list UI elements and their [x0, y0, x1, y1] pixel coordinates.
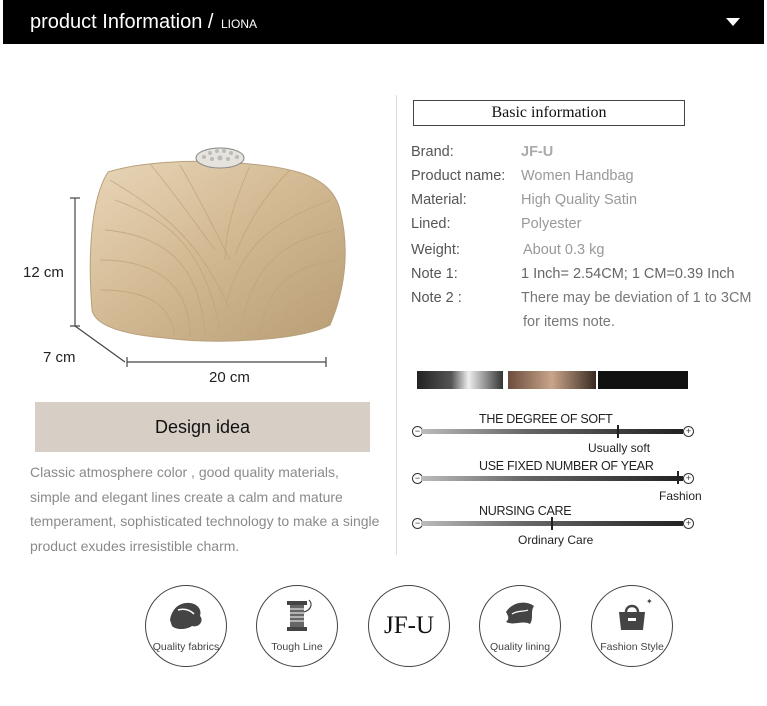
- height-label: 12 cm: [23, 264, 64, 281]
- info-value-lined: Polyester: [521, 216, 582, 232]
- photo-strip: [417, 371, 688, 389]
- info-value-note2-cont: for items note.: [523, 314, 615, 330]
- plus-icon: +: [683, 473, 694, 484]
- info-value-brand: JF-U: [521, 144, 554, 160]
- header-title: product Information /: [30, 11, 214, 33]
- feature-label: Tough Line: [271, 641, 323, 653]
- fabric-icon: [170, 602, 202, 629]
- scale-title-soft: THE DEGREE OF SOFT: [479, 412, 613, 426]
- lining-icon: [506, 602, 534, 624]
- info-value-weight: About 0.3 kg: [523, 242, 605, 258]
- info-value-note1: 1 Inch= 2.54CM; 1 CM=0.39 Inch: [521, 266, 735, 282]
- feature-label: Quality lining: [489, 641, 551, 653]
- model-photo-3: [598, 371, 688, 389]
- plus-icon: +: [683, 518, 694, 529]
- header-subtitle: LIONA: [221, 17, 258, 31]
- feature-tough-line: Tough Line: [256, 585, 338, 667]
- width-label: 20 cm: [209, 369, 250, 386]
- info-label-material: Material:: [411, 192, 467, 208]
- scale-title-care: NURSING CARE: [479, 504, 572, 518]
- basic-info-heading: Basic information: [413, 100, 685, 126]
- feature-brand-logo: JF-U: [368, 585, 450, 667]
- product-image: 12 cm 7 cm 20 cm: [0, 140, 390, 395]
- scale-label-soft: Usually soft: [588, 441, 651, 455]
- design-idea-heading: Design idea: [35, 402, 370, 452]
- scale-marker-soft: [616, 425, 619, 438]
- scale-title-years: USE FIXED NUMBER OF YEAR: [479, 459, 654, 473]
- info-value-note2: There may be deviation of 1 to 3CM: [521, 290, 752, 306]
- column-divider: [396, 95, 397, 555]
- info-label-weight: Weight:: [411, 242, 460, 258]
- feature-label: Quality fabrics: [152, 641, 220, 653]
- model-photo-2: [508, 371, 596, 389]
- thread-spool-icon: [287, 599, 312, 631]
- page-title: product Information / LIONA: [30, 11, 257, 34]
- info-label-note2: Note 2 :: [411, 290, 462, 306]
- scale-label-care: Ordinary Care: [518, 533, 594, 547]
- info-label-lined: Lined:: [411, 216, 451, 232]
- depth-label: 7 cm: [43, 349, 76, 366]
- feature-icons: Quality fabrics Tough Line JF-U Quality …: [0, 585, 767, 675]
- svg-text:✦: ✦: [646, 598, 652, 606]
- info-label-note1: Note 1:: [411, 266, 458, 282]
- feature-label: Fashion Style: [600, 641, 664, 653]
- design-idea-text: Classic atmosphere color , good quality …: [30, 464, 380, 554]
- info-value-material: High Quality Satin: [521, 192, 638, 208]
- chevron-down-icon[interactable]: [726, 18, 740, 26]
- info-label-brand: Brand:: [411, 144, 454, 160]
- scale-bar-years: [421, 476, 683, 481]
- brand-logo: JF-U: [383, 612, 434, 639]
- info-label-product-name: Product name:: [411, 168, 506, 184]
- plus-icon: +: [683, 426, 694, 437]
- feature-quality-lining: Quality lining: [479, 585, 561, 667]
- feature-fashion-style: ✦ Fashion Style: [591, 585, 673, 667]
- scale-marker-years: [676, 471, 679, 484]
- feature-quality-fabrics: Quality fabrics: [145, 585, 227, 667]
- model-photo-1: [417, 371, 503, 389]
- header-bar: product Information / LIONA: [3, 0, 764, 44]
- scale-label-years: Fashion: [659, 489, 702, 503]
- info-value-product-name: Women Handbag: [521, 168, 634, 184]
- handbag-icon: ✦: [619, 598, 652, 630]
- scale-bar-soft: [421, 429, 683, 434]
- scale-marker-care: [551, 517, 553, 530]
